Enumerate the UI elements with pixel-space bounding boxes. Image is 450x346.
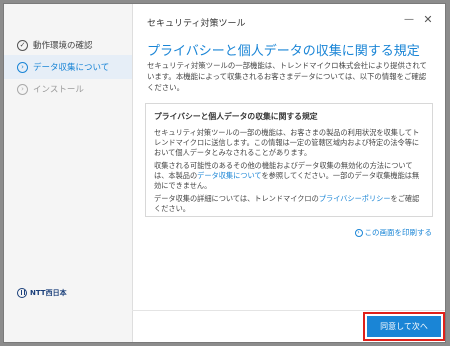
chevron-right-icon: ›	[17, 83, 28, 95]
policy-paragraph-1: セキュリティ対策ツールの一部の機能は、お客さまの製品の利用状況を収集してトレンド…	[154, 128, 420, 157]
step-data-collection: › データ収集について	[17, 59, 109, 75]
step-environment-check: ✓ 動作環境の確認	[17, 37, 93, 53]
paragraph-text: データ収集の詳細については、トレンドマイクロの	[154, 194, 319, 203]
brand-name: NTT西日本	[30, 289, 67, 297]
footer-divider	[132, 310, 445, 311]
arrow-right-icon: ›	[354, 228, 363, 237]
ntt-logo-icon	[17, 288, 27, 298]
minimize-button[interactable]: —	[403, 14, 415, 26]
policy-heading: プライバシーと個人データの収集に関する規定	[154, 112, 318, 121]
page-title: プライバシーと個人データの収集に関する規定	[147, 44, 420, 59]
brand-logo: NTT西日本	[17, 288, 67, 298]
policy-box: プライバシーと個人データの収集に関する規定 セキュリティ対策ツールの一部の機能は…	[145, 103, 433, 217]
policy-paragraph-2: 収集される可能性のあるその他の機能およびデータ収集の無効化の方法については、本製…	[154, 161, 424, 191]
step-install: › インストール	[17, 81, 84, 97]
print-link[interactable]: › この画面を印刷する	[354, 227, 433, 238]
window-title: セキュリティ対策ツール	[147, 19, 246, 29]
agree-next-button[interactable]: 同意して次へ	[367, 316, 441, 337]
intro-text: セキュリティ対策ツールの一部機能は、トレンドマイクロ株式会社により提供されていま…	[147, 61, 427, 92]
print-link-label[interactable]: この画面を印刷する	[365, 227, 433, 238]
chevron-right-icon: ›	[17, 61, 28, 73]
step-label: データ収集について	[33, 63, 110, 73]
sidebar: ✓ 動作環境の確認 › データ収集について › インストール NTT西日本	[4, 4, 133, 342]
step-label: インストール	[33, 85, 84, 95]
check-icon: ✓	[17, 39, 28, 51]
installer-window: ✓ 動作環境の確認 › データ収集について › インストール NTT西日本 セキ…	[3, 3, 446, 343]
close-button[interactable]: ✕	[422, 14, 434, 26]
data-collection-link[interactable]: データ収集について	[197, 171, 261, 180]
step-label: 動作環境の確認	[33, 41, 93, 51]
policy-paragraph-3: データ収集の詳細については、トレンドマイクロのプライバシーポリシーをご確認くださ…	[154, 194, 424, 214]
privacy-policy-link[interactable]: プライバシーポリシー	[319, 194, 391, 203]
